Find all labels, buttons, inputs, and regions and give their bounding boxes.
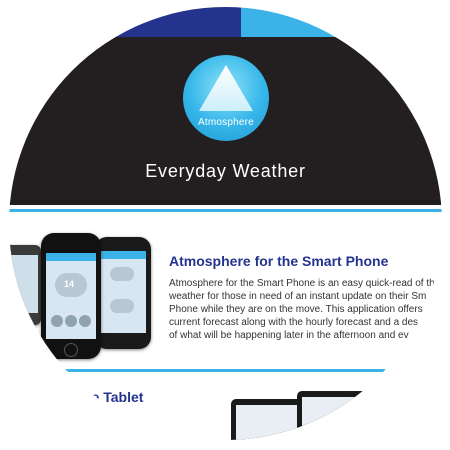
tablet-left-image — [231, 399, 303, 440]
triangle-icon — [199, 65, 253, 111]
section-title-tablet: he Tablet — [83, 389, 144, 405]
phone-center-bar — [46, 253, 96, 261]
phone-center-image: 14 — [41, 233, 101, 359]
nav-tab-cyan[interactable] — [241, 7, 351, 37]
header-banner: Atmosphere Everyday Weather — [9, 37, 442, 205]
tablet-left-screen — [236, 405, 298, 440]
forecast-dot — [51, 315, 63, 327]
page-title: Everyday Weather — [145, 161, 306, 181]
phone-right-bar — [100, 251, 146, 259]
home-button — [64, 343, 78, 357]
phone-center-screen: 14 — [46, 253, 96, 339]
body-line: Atmosphere for the Smart Phone is an eas… — [169, 278, 435, 289]
body-line: weather for those in need of an instant … — [169, 291, 427, 302]
phone-left-screen — [9, 255, 38, 313]
body-line: Phone while they are on the move. This a… — [169, 304, 423, 315]
atmosphere-logo: Atmosphere — [183, 55, 269, 141]
body-line: of what will be happening later in the a… — [169, 330, 409, 341]
cloud-icon — [110, 299, 134, 313]
divider-bottom — [9, 369, 442, 372]
circular-frame: Atmosphere Everyday Weather 14 Atmospher… — [9, 7, 442, 440]
page: Atmosphere Everyday Weather 14 Atmospher… — [0, 0, 450, 450]
tablet-right-screen — [302, 397, 362, 440]
tablet-right-image — [297, 391, 367, 440]
phone-right-image — [95, 237, 151, 349]
phone-temperature: 14 — [64, 279, 75, 289]
phone-left-image — [9, 245, 41, 325]
section-body-smartphone: Atmosphere for the Smart Phone is an eas… — [169, 277, 441, 342]
section-title-smartphone: Atmosphere for the Smart Phone — [169, 253, 389, 269]
phone-right-screen — [100, 251, 146, 333]
logo-name: Atmosphere — [198, 117, 254, 128]
divider-top — [9, 209, 442, 212]
cloud-icon — [110, 267, 134, 281]
body-line: current forecast along with the hourly f… — [169, 317, 419, 328]
forecast-dot — [65, 315, 77, 327]
forecast-dot — [79, 315, 91, 327]
nav-tab-navy[interactable] — [109, 7, 241, 37]
